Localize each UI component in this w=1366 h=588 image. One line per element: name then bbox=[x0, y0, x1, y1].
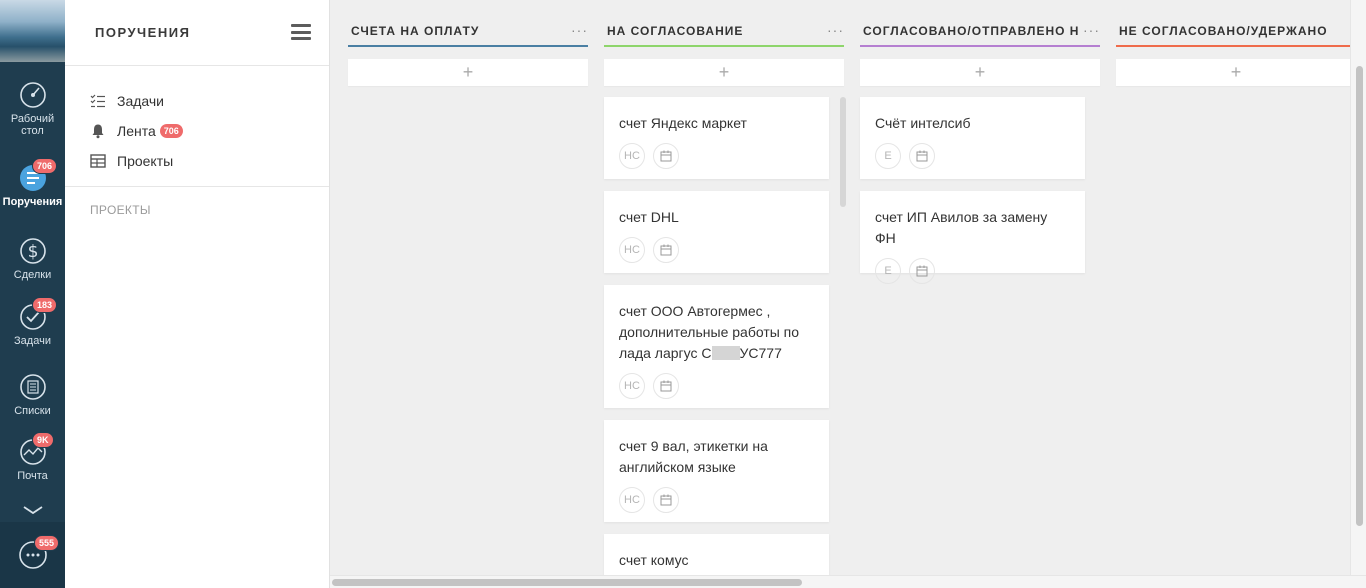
card-title: счет комус bbox=[619, 552, 689, 568]
column-scrollbar[interactable] bbox=[840, 97, 846, 207]
task-card[interactable]: счет DHL НС bbox=[604, 191, 829, 273]
assignee-avatar[interactable]: Е bbox=[875, 143, 901, 169]
column-color-bar bbox=[604, 45, 844, 47]
calendar-icon[interactable] bbox=[653, 237, 679, 263]
column-header: НЕ СОГЛАСОВАНО/УДЕРЖАНО bbox=[1116, 0, 1356, 48]
assignee-avatar[interactable]: НС bbox=[619, 373, 645, 399]
calendar-icon[interactable] bbox=[909, 143, 935, 169]
add-card-button[interactable]: + bbox=[604, 59, 844, 86]
task-card[interactable]: счет 9 вал, этикетки на английском языке… bbox=[604, 420, 829, 522]
card-list: Счёт интелсиб Е счет ИП Авилов за замену… bbox=[860, 97, 1100, 284]
assignments-badge: 706 bbox=[32, 158, 58, 174]
bell-icon bbox=[92, 124, 104, 139]
menu-nav: Задачи Лента 706 Проекты bbox=[65, 66, 329, 187]
board-column: СОГЛАСОВАНО/ОТПРАВЛЕНО НА ОПЛАТУ ··· + С… bbox=[860, 0, 1100, 285]
add-card-button[interactable]: + bbox=[1116, 59, 1356, 86]
rail-label: Рабочий стол bbox=[10, 113, 55, 137]
menu-item-label: Лента bbox=[117, 123, 156, 139]
column-title: СОГЛАСОВАНО/ОТПРАВЛЕНО НА ОПЛАТУ bbox=[863, 24, 1078, 38]
add-card-button[interactable]: + bbox=[860, 59, 1100, 86]
rail-item-dashboard[interactable]: Рабочий стол bbox=[0, 80, 65, 137]
column-header: НА СОГЛАСОВАНИЕ ··· bbox=[604, 0, 844, 48]
column-header: СОГЛАСОВАНО/ОТПРАВЛЕНО НА ОПЛАТУ ··· bbox=[860, 0, 1100, 48]
card-title: счет ИП Авилов за замену ФН bbox=[875, 209, 1048, 246]
menu-header: ПОРУЧЕНИЯ bbox=[65, 0, 329, 66]
assignee-avatar[interactable]: Е bbox=[875, 258, 901, 284]
menu-item-label: Задачи bbox=[117, 93, 165, 109]
card-title: счет Яндекс маркет bbox=[619, 115, 747, 131]
rail-label: Поручения bbox=[2, 196, 63, 208]
rail-collapse-toggle[interactable] bbox=[0, 505, 65, 515]
column-color-bar bbox=[860, 45, 1100, 47]
column-title: НЕ СОГЛАСОВАНО/УДЕРЖАНО bbox=[1119, 24, 1328, 38]
menu-item-projects[interactable]: Проекты bbox=[65, 146, 329, 176]
menu-item-label: Проекты bbox=[117, 153, 174, 169]
menu-title: ПОРУЧЕНИЯ bbox=[95, 25, 191, 40]
column-header: СЧЕТА НА ОПЛАТУ ··· bbox=[348, 0, 588, 48]
rail-item-tasks[interactable]: 183 Задачи bbox=[0, 297, 65, 347]
card-title: счет ООО Автогермес , дополнительные раб… bbox=[619, 303, 800, 361]
card-list: счет Яндекс маркет НС счет DHL НС счет О… bbox=[604, 97, 844, 588]
column-more-icon[interactable]: ··· bbox=[1083, 22, 1100, 38]
card-title: счет 9 вал, этикетки на английском языке bbox=[619, 438, 768, 475]
assignee-avatar[interactable]: НС bbox=[619, 487, 645, 513]
rail-label: Сделки bbox=[13, 269, 52, 281]
board-column: СЧЕТА НА ОПЛАТУ ··· + bbox=[348, 0, 588, 86]
add-card-button[interactable]: + bbox=[348, 59, 588, 86]
list-icon bbox=[19, 374, 46, 400]
column-color-bar bbox=[1116, 45, 1356, 47]
calendar-icon[interactable] bbox=[909, 258, 935, 284]
table-icon bbox=[90, 154, 106, 168]
section-menu: ПОРУЧЕНИЯ Задачи Лента 706 Проекты ПРОЕК… bbox=[65, 0, 330, 588]
feed-count-badge: 706 bbox=[159, 124, 183, 138]
task-card[interactable]: счет ООО Автогермес , дополнительные раб… bbox=[604, 285, 829, 408]
kanban-board: СЧЕТА НА ОПЛАТУ ··· + НА СОГЛАСОВАНИЕ ··… bbox=[330, 0, 1366, 588]
task-card[interactable]: Счёт интелсиб Е bbox=[860, 97, 1085, 179]
redacted-text bbox=[711, 346, 740, 360]
rail-label: Списки bbox=[14, 405, 51, 417]
hamburger-menu-icon[interactable] bbox=[291, 24, 311, 40]
rail-item-chat[interactable]: 555 bbox=[0, 535, 65, 573]
card-title: счет DHL bbox=[619, 209, 679, 225]
task-card[interactable]: счет ИП Авилов за замену ФН Е bbox=[860, 191, 1085, 284]
rail-label: Задачи bbox=[14, 335, 51, 347]
app-rail: Рабочий стол 706 Поручения $ Сделки 183 … bbox=[0, 0, 65, 588]
tasks-list-icon bbox=[90, 94, 105, 108]
mail-badge: 9K bbox=[32, 432, 54, 448]
calendar-icon[interactable] bbox=[653, 487, 679, 513]
chat-badge: 555 bbox=[34, 535, 60, 551]
column-title: СЧЕТА НА ОПЛАТУ bbox=[351, 24, 480, 38]
board-vertical-scrollbar[interactable] bbox=[1350, 0, 1366, 575]
column-more-icon[interactable]: ··· bbox=[827, 22, 844, 38]
board-column: НЕ СОГЛАСОВАНО/УДЕРЖАНО + bbox=[1116, 0, 1356, 86]
projects-section-heading: ПРОЕКТЫ bbox=[90, 203, 151, 217]
rail-item-mail[interactable]: 9K Почта bbox=[0, 432, 65, 482]
rail-label: Почта bbox=[17, 470, 48, 482]
column-color-bar bbox=[348, 45, 588, 47]
user-avatar-photo[interactable] bbox=[0, 0, 65, 62]
column-title: НА СОГЛАСОВАНИЕ bbox=[607, 24, 744, 38]
tasks-badge: 183 bbox=[32, 297, 58, 313]
dashboard-icon bbox=[19, 82, 46, 108]
task-card[interactable]: счет Яндекс маркет НС bbox=[604, 97, 829, 179]
chevron-down-icon bbox=[23, 506, 42, 515]
card-title: Счёт интелсиб bbox=[875, 115, 971, 131]
svg-text:$: $ bbox=[27, 242, 38, 262]
board-column: НА СОГЛАСОВАНИЕ ··· + счет Яндекс маркет… bbox=[604, 0, 844, 588]
calendar-icon[interactable] bbox=[653, 143, 679, 169]
dollar-icon: $ bbox=[19, 238, 46, 264]
menu-item-tasks[interactable]: Задачи bbox=[65, 86, 329, 116]
menu-item-feed[interactable]: Лента 706 bbox=[65, 116, 329, 146]
rail-item-lists[interactable]: Списки bbox=[0, 372, 65, 417]
assignee-avatar[interactable]: НС bbox=[619, 143, 645, 169]
board-horizontal-scrollbar[interactable] bbox=[330, 575, 1366, 588]
rail-item-assignments[interactable]: 706 Поручения bbox=[0, 158, 65, 208]
assignee-avatar[interactable]: НС bbox=[619, 237, 645, 263]
calendar-icon[interactable] bbox=[653, 373, 679, 399]
rail-item-deals[interactable]: $ Сделки bbox=[0, 236, 65, 281]
column-more-icon[interactable]: ··· bbox=[571, 22, 588, 38]
